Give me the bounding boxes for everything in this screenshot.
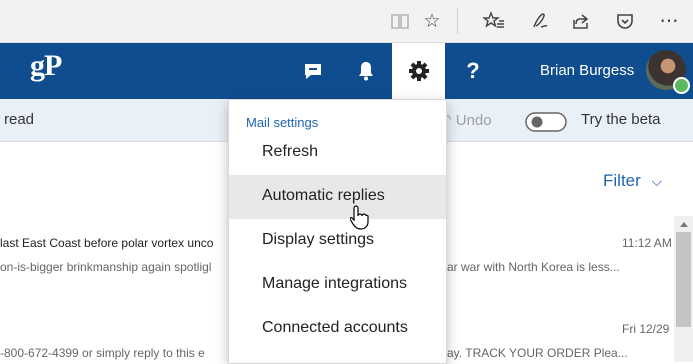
chat-button[interactable] — [291, 43, 335, 99]
scroll-up-icon — [680, 222, 688, 227]
message-preview-continued: ar war with North Korea is less... — [447, 260, 620, 274]
settings-button[interactable] — [392, 43, 445, 99]
chevron-down-icon: ⌵ — [651, 173, 663, 189]
menu-item-label: Connected accounts — [262, 319, 408, 336]
scrollbar[interactable] — [674, 216, 693, 362]
message-time: 11:12 AM — [622, 236, 672, 250]
menu-item-connected-accounts[interactable]: Connected accounts — [229, 307, 446, 351]
help-button[interactable]: ? — [451, 43, 495, 99]
undo-label: Undo — [455, 112, 492, 129]
reading-view-icon[interactable] — [389, 10, 411, 32]
user-name[interactable]: Brian Burgess — [540, 62, 634, 79]
favorite-star-icon[interactable]: ☆ — [421, 10, 443, 32]
hand-cursor-icon — [350, 205, 369, 230]
menu-item-label: Automatic replies — [262, 187, 385, 204]
menu-item-label: Refresh — [262, 143, 319, 160]
scroll-thumb[interactable] — [676, 232, 691, 327]
message-preview: on-is-bigger brinkmanship again spotligl — [0, 260, 212, 274]
message-preview: -800-672-4399 or simply reply to this e — [0, 346, 205, 360]
menu-item-refresh[interactable]: Refresh — [229, 131, 446, 175]
try-beta-toggle[interactable] — [525, 111, 569, 138]
filter-button[interactable]: Filter ⌵ — [603, 171, 662, 191]
pen-icon[interactable] — [529, 10, 551, 32]
message-subject[interactable]: last East Coast before polar vortex unco — [0, 236, 228, 250]
browser-toolbar: ☆ ⋯ — [0, 0, 693, 43]
filter-label: Filter — [603, 171, 641, 190]
bell-icon — [359, 62, 373, 81]
menu-item-label: Manage integrations — [262, 275, 407, 292]
settings-menu: Mail settings Refresh Automatic replies … — [228, 99, 447, 364]
message-preview-continued: ay. TRACK YOUR ORDER Plea... — [447, 346, 628, 360]
menu-item-automatic-replies[interactable]: Automatic replies — [229, 175, 446, 219]
app-header: gP ? Brian Burgess — [0, 43, 693, 99]
presence-status-icon — [673, 77, 690, 94]
help-icon: ? — [466, 58, 480, 83]
pocket-icon[interactable] — [614, 10, 636, 32]
site-logo: gP — [30, 49, 62, 82]
menu-item-manage-integrations[interactable]: Manage integrations — [229, 263, 446, 307]
gear-icon — [408, 61, 429, 81]
toolbar-divider — [457, 8, 458, 34]
chat-icon — [305, 64, 321, 79]
share-icon[interactable] — [570, 10, 592, 32]
favorites-hub-icon[interactable] — [483, 10, 505, 32]
try-beta-label: Try the beta — [581, 111, 661, 128]
mark-as-read-button[interactable]: read — [4, 111, 34, 128]
notifications-button[interactable] — [344, 43, 388, 99]
menu-item-label: Display settings — [262, 231, 375, 248]
menu-header: Mail settings — [246, 115, 319, 130]
more-icon[interactable]: ⋯ — [658, 10, 680, 32]
message-time: Fri 12/29 — [622, 322, 670, 336]
menu-item-display-settings[interactable]: Display settings — [229, 219, 446, 263]
